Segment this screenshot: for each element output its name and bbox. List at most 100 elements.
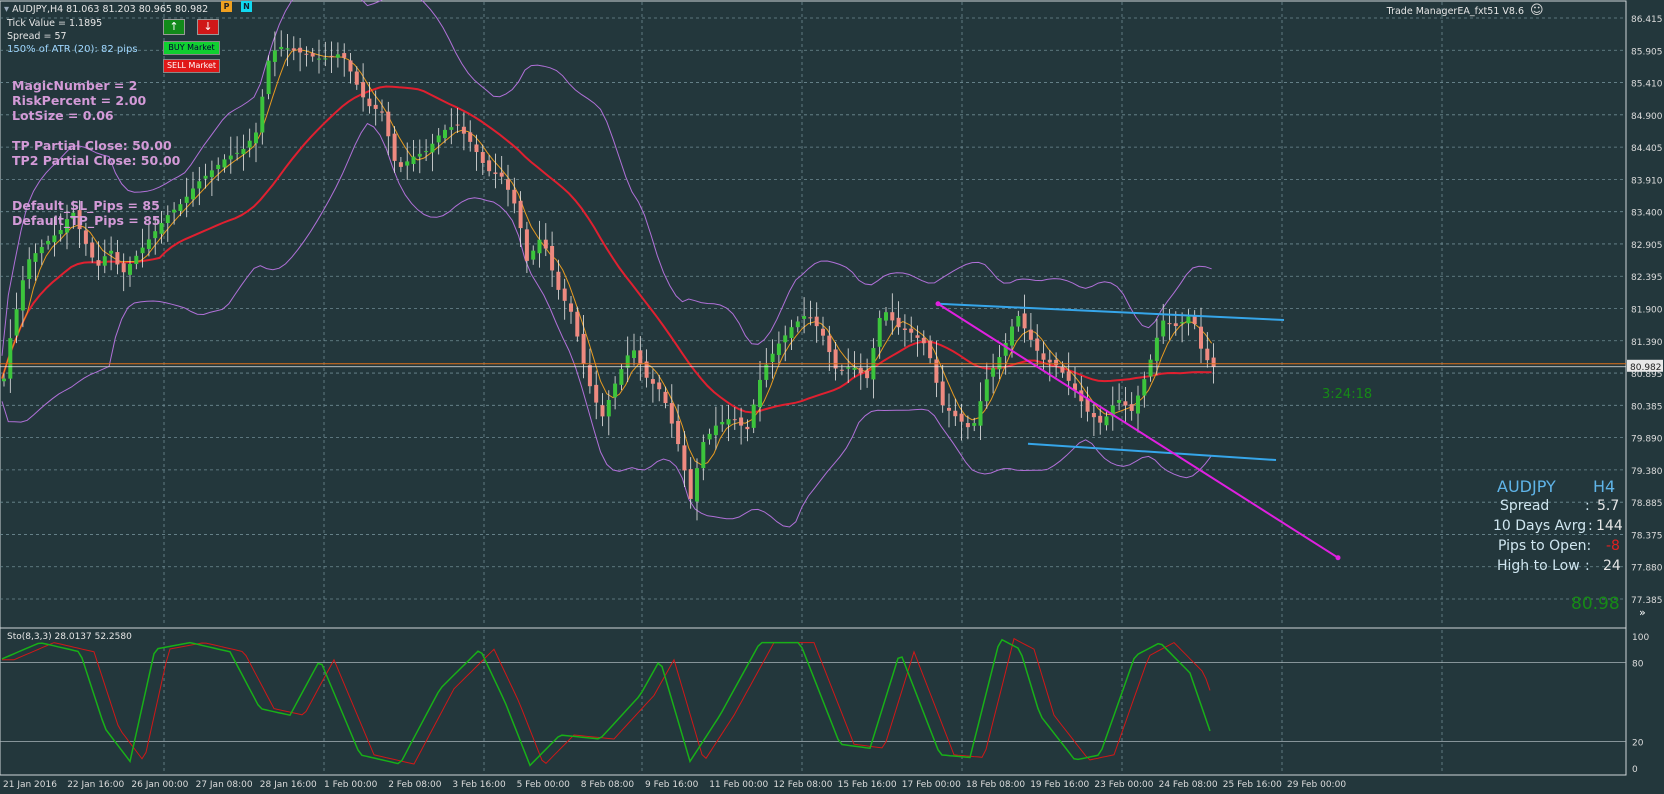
info-symbol: AUDJPY — [1497, 477, 1556, 496]
down-arrow-button[interactable]: ↓ — [197, 19, 219, 35]
main-chart-frame — [0, 0, 1627, 629]
candle-body — [1154, 337, 1159, 361]
candle-body — [329, 55, 334, 57]
stoch-label: Sto(8,3,3) 28.0137 52.2580 — [7, 632, 132, 642]
candle-body — [827, 335, 832, 353]
channel-upper-line — [937, 302, 1285, 322]
bar-countdown: 3:24:18 — [1322, 387, 1373, 402]
candle-body — [323, 58, 328, 60]
candle-body — [707, 433, 712, 440]
atr-text: 150% of ATR (20): 82 pips — [7, 44, 138, 55]
stoch-signal-line — [2, 637, 1211, 765]
candle-body — [209, 170, 214, 178]
info-avg-label: 10 Days Avrg — [1493, 518, 1587, 534]
candle-body — [197, 181, 202, 189]
buy-market-button[interactable]: BUY Market — [163, 41, 220, 55]
candle-body — [915, 335, 920, 338]
candle-body — [1054, 359, 1059, 366]
collapse-icon[interactable]: » — [1639, 606, 1646, 619]
candle-body — [424, 151, 429, 153]
candle-body — [405, 161, 410, 166]
candle-body — [720, 421, 725, 425]
candle-body — [1066, 371, 1071, 381]
time-axis-label: 17 Feb 00:00 — [902, 780, 961, 790]
candle-body — [783, 335, 788, 343]
candle-body — [2, 378, 6, 382]
price-axis-label: 78.375 — [1631, 531, 1663, 541]
arrow-down-icon: ↓ — [203, 20, 213, 33]
candle-body — [1167, 323, 1172, 325]
candle-body — [191, 188, 195, 200]
candle-body — [1041, 353, 1046, 360]
candle-body — [140, 247, 145, 254]
price-axis-label: 82.905 — [1631, 241, 1663, 251]
candle-body — [310, 53, 315, 57]
time-axis-label: 1 Feb 00:00 — [324, 780, 378, 790]
candle-body — [732, 419, 737, 421]
candle-body — [606, 399, 611, 417]
candle-body — [392, 133, 397, 161]
candle-body — [146, 239, 151, 249]
candle-body — [90, 242, 95, 258]
candle-body — [228, 155, 233, 160]
candle-body — [770, 353, 775, 363]
candle-body — [1010, 326, 1014, 346]
candle-body — [1148, 359, 1153, 377]
candle-body — [1016, 316, 1021, 327]
time-axis-label: 29 Feb 00:00 — [1287, 780, 1346, 790]
candle-body — [997, 357, 1002, 370]
candle-body — [449, 127, 454, 130]
candle-body — [493, 172, 498, 174]
info-avg-value: 144 — [1596, 518, 1623, 534]
info-pips-open-value: -8 — [1606, 538, 1620, 554]
candle-body — [109, 250, 114, 254]
candle-body — [335, 54, 340, 58]
ea-name-text: Trade ManagerEA_fxt51 V8.6 — [1386, 6, 1524, 17]
candle-body — [291, 48, 296, 51]
chart-canvas[interactable]: 86.415 85.905 85.410 84.900 84.405 83.910 83.4… — [0, 0, 1664, 794]
sell-market-button[interactable]: SELL Market — [163, 59, 220, 73]
candle-body — [884, 312, 888, 321]
candle-body — [298, 47, 303, 53]
stoch-level-label: 20 — [1632, 739, 1644, 749]
candle-body — [543, 239, 548, 249]
menu-icon[interactable]: ▾ — [4, 4, 9, 15]
candle-body — [808, 317, 813, 319]
price-axis-label: 81.390 — [1631, 338, 1663, 348]
candle-body — [354, 71, 359, 85]
chart-symbol-header: ▾ AUDJPY,H4 81.063 81.203 80.965 80.982 — [4, 4, 208, 15]
candle-body — [575, 311, 580, 337]
up-arrow-button[interactable]: ↑ — [163, 19, 185, 35]
candle-body — [795, 321, 800, 328]
candle-body — [713, 425, 718, 436]
candle-body — [27, 259, 32, 279]
candle-body — [1161, 320, 1166, 337]
candle-body — [921, 337, 926, 344]
default-sl-text: Default_SL_Pips = 85 — [12, 198, 160, 213]
candle-body — [247, 140, 252, 148]
candle-body — [669, 403, 674, 424]
candle-body — [411, 156, 416, 165]
candle-body — [1060, 366, 1065, 373]
tp-partial-text: TP Partial Close: 50.00 — [12, 138, 172, 153]
candle-body — [1022, 313, 1027, 329]
candle-body — [121, 263, 126, 273]
current-price-tag-text: 80.982 — [1630, 363, 1662, 373]
p-button[interactable]: P — [221, 1, 232, 12]
time-axis-label: 22 Jan 16:00 — [67, 780, 124, 790]
price-axis-label: 85.410 — [1631, 80, 1663, 90]
price-axis-label: 86.415 — [1631, 15, 1663, 25]
n-button[interactable]: N — [241, 1, 252, 12]
candle-body — [1117, 399, 1122, 403]
candle-body — [1129, 404, 1134, 411]
candle-body — [512, 189, 517, 204]
price-axis-label: 83.400 — [1631, 209, 1663, 219]
candle-body — [858, 367, 863, 374]
candle-body — [172, 209, 177, 213]
candle-body — [676, 420, 681, 445]
candle-body — [1104, 416, 1109, 426]
candle-body — [632, 350, 636, 359]
time-axis-label: 18 Feb 08:00 — [966, 780, 1025, 790]
time-axis-label: 27 Jan 08:00 — [196, 780, 253, 790]
smiley-icon: ☺ — [1530, 3, 1544, 18]
